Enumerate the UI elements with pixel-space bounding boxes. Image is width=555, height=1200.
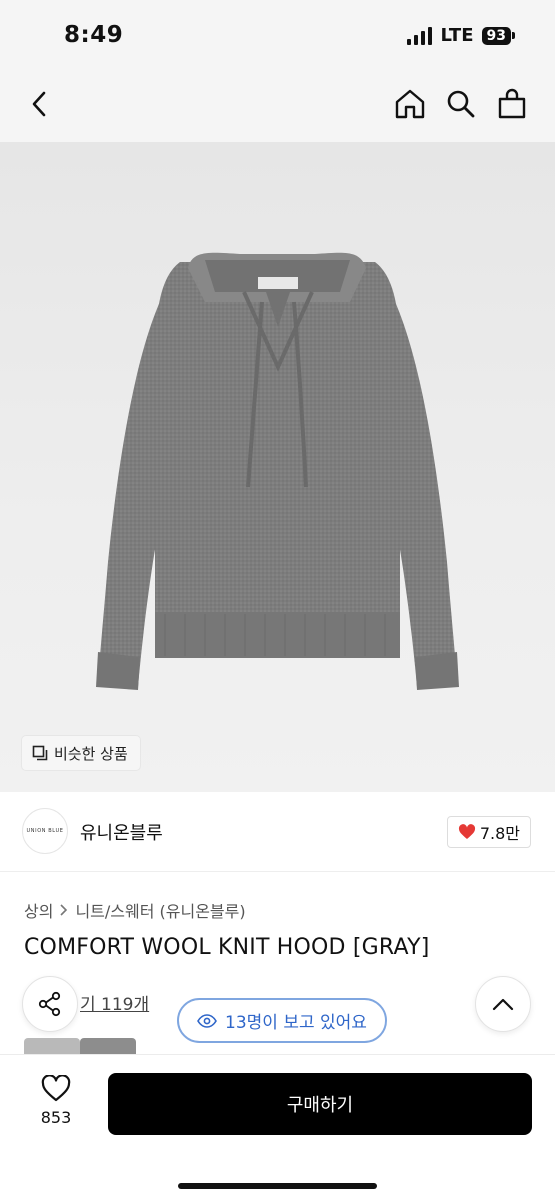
wishlist-button[interactable]: 853 <box>28 1074 84 1127</box>
search-icon <box>447 90 475 118</box>
eye-icon <box>197 1013 217 1028</box>
similar-products-button[interactable]: 비슷한 상품 <box>22 736 140 770</box>
heart-outline-icon <box>41 1074 71 1102</box>
chevron-right-icon <box>60 904 68 916</box>
breadcrumb: 상의 니트/스웨터 (유니온블루) <box>24 898 246 922</box>
product-image[interactable]: 비슷한 상품 <box>0 142 555 792</box>
cart-button[interactable] <box>492 84 532 124</box>
buy-button[interactable]: 구매하기 <box>108 1073 532 1135</box>
home-icon <box>395 89 425 119</box>
brand-logo[interactable]: UNION BLUE <box>22 808 68 854</box>
brand-row: UNION BLUE 유니온블루 7.8만 <box>0 792 555 872</box>
network-label: LTE <box>440 25 474 46</box>
product-title: COMFORT WOOL KNIT HOOD [GRAY] <box>24 935 430 960</box>
home-button[interactable] <box>390 84 430 124</box>
brand-name[interactable]: 유니온블루 <box>80 819 163 845</box>
home-indicator <box>178 1183 377 1189</box>
top-navbar <box>0 70 555 142</box>
heart-icon <box>458 824 475 839</box>
similar-products-label: 비슷한 상품 <box>54 744 128 763</box>
shopping-bag-icon <box>498 88 526 119</box>
share-button[interactable] <box>22 976 78 1032</box>
search-button[interactable] <box>441 84 481 124</box>
breadcrumb-item[interactable]: 상의 <box>24 898 53 922</box>
signal-icon <box>407 26 433 45</box>
review-link[interactable]: 기 119개 <box>80 990 149 1015</box>
back-button[interactable] <box>20 84 60 124</box>
status-indicators: LTE 93 <box>407 25 515 46</box>
hoodie-illustration <box>96 252 459 690</box>
viewers-text: 13명이 보고 있어요 <box>225 1013 367 1033</box>
wishlist-count: 853 <box>40 1108 72 1127</box>
viewers-badge: 13명이 보고 있어요 <box>177 998 387 1043</box>
chevron-left-icon <box>32 91 46 117</box>
brand-like-button[interactable]: 7.8만 <box>446 816 531 848</box>
copy-icon <box>32 745 48 761</box>
status-bar: 8:49 LTE 93 <box>0 0 555 70</box>
brand-logo-text: UNION BLUE <box>26 828 64 834</box>
breadcrumb-item[interactable]: 니트/스웨터 (유니온블루) <box>75 898 245 922</box>
status-time: 8:49 <box>64 22 124 48</box>
battery-icon: 93 <box>481 26 515 45</box>
bottom-action-bar: 853 구매하기 <box>0 1054 555 1200</box>
battery-level: 93 <box>481 26 511 45</box>
share-icon <box>38 991 61 1017</box>
brand-like-count: 7.8만 <box>479 824 520 843</box>
chevron-up-icon <box>492 998 514 1011</box>
scroll-top-button[interactable] <box>475 976 531 1032</box>
